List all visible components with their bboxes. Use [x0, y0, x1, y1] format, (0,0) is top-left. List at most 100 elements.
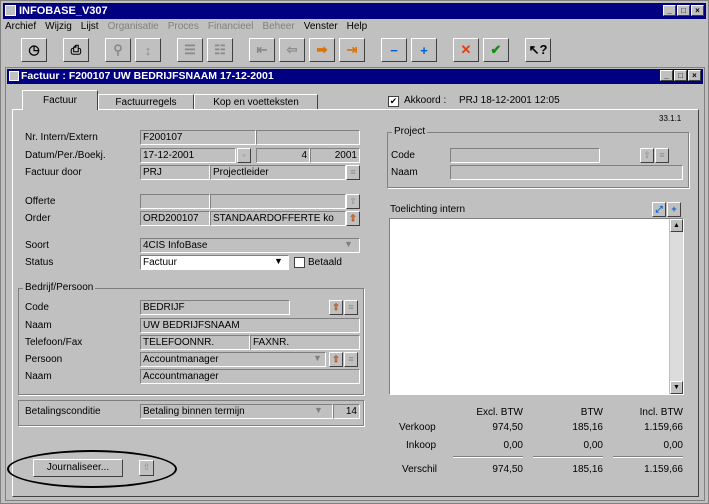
persoon-naam-field[interactable]: Accountmanager — [140, 369, 360, 384]
verkoop-label: Verkoop — [399, 422, 436, 433]
help-icon[interactable]: ↖? — [525, 38, 551, 62]
invoice-title: Factuur : F200107 UW BEDRIJFSNAAM 17-12-… — [21, 70, 274, 82]
project-naam-field[interactable] — [450, 165, 683, 180]
betaald-checkbox[interactable] — [294, 257, 305, 268]
prev-icon[interactable]: ⇦ — [279, 38, 305, 62]
persoon-list-icon[interactable]: ≡ — [344, 352, 358, 367]
bedrijf-list-icon[interactable]: ≡ — [344, 300, 358, 315]
tab-factuur[interactable]: Factuur — [22, 90, 98, 110]
menu-organisatie[interactable]: Organisatie — [108, 20, 159, 34]
version-label: 33.1.1 — [659, 114, 682, 123]
toelichting-textarea[interactable]: ▲ ▼ — [389, 218, 684, 395]
minimize-button[interactable]: _ — [663, 5, 676, 16]
app-system-icon[interactable] — [5, 5, 16, 16]
totals-divider-btw — [533, 456, 603, 458]
scroll-down-icon[interactable]: ▼ — [670, 381, 683, 394]
menu-lijst[interactable]: Lijst — [81, 20, 99, 34]
maximize-button[interactable]: □ — [677, 5, 690, 16]
soort-select[interactable]: 4CIS InfoBase — [140, 238, 360, 253]
telefoon-field[interactable]: TELEFOONNR. — [140, 335, 250, 350]
scroll-up-icon[interactable]: ▲ — [670, 219, 683, 232]
invoice-close-button[interactable]: × — [688, 70, 701, 81]
persoon-select[interactable]: Accountmanager — [140, 352, 326, 367]
menu-proces[interactable]: Proces — [168, 20, 199, 34]
sort-icon[interactable]: ↕ — [135, 38, 161, 62]
datum-field[interactable]: 17-12-2001 — [140, 148, 236, 163]
first-icon[interactable]: ⇤ — [249, 38, 275, 62]
order-field[interactable]: ORD200107 — [140, 211, 210, 226]
tab-bar: Factuur Factuurregels Kop en voetteksten — [22, 90, 318, 110]
highlight-ellipse — [7, 450, 177, 488]
verkoop-excl: 974,50 — [492, 422, 523, 433]
app-titlebar: INFOBASE_V307 _ □ × — [3, 3, 706, 19]
offerte-desc-field[interactable] — [210, 194, 346, 209]
totals-header-incl: Incl. BTW — [639, 407, 683, 418]
project-code-field[interactable] — [450, 148, 600, 163]
find-icon[interactable]: ⚲ — [105, 38, 131, 62]
menu-beheer[interactable]: Beheer — [262, 20, 294, 34]
nr-extern-field[interactable] — [256, 130, 360, 145]
clock-icon[interactable]: ◷ — [21, 38, 47, 62]
status-select[interactable]: Factuur — [140, 255, 289, 270]
menu-financieel[interactable]: Financieel — [208, 20, 254, 34]
periode-field[interactable]: 4 — [256, 148, 310, 163]
invoice-minimize-button[interactable]: _ — [660, 70, 673, 81]
order-lookup-icon[interactable]: ⇧ — [346, 211, 360, 226]
order-desc-field[interactable]: STANDAARDOFFERTE ko — [210, 211, 346, 226]
invoice-window: Factuur : F200107 UW BEDRIJFSNAAM 17-12-… — [5, 67, 705, 501]
factuur-door-label: Factuur door — [25, 167, 82, 178]
last-icon[interactable]: ⇥ — [339, 38, 365, 62]
bedrijf-lookup-icon[interactable]: ⇧ — [329, 300, 343, 315]
offerte-field[interactable] — [140, 194, 210, 209]
tab-factuurregels[interactable]: Factuurregels — [98, 94, 194, 110]
offerte-label: Offerte — [25, 196, 56, 207]
totals-header-btw: BTW — [580, 407, 603, 418]
menu-help[interactable]: Help — [347, 20, 368, 34]
print-icon[interactable]: ⎙ — [63, 38, 89, 62]
menu-archief[interactable]: Archief — [5, 20, 36, 34]
soort-chevron-down-icon[interactable]: ▼ — [344, 239, 353, 249]
project-lookup-icon[interactable]: ⇧ — [640, 148, 654, 163]
factuur-door-naam-field[interactable]: Projectleider — [210, 165, 346, 180]
bedrijf-naam-field[interactable]: UW BEDRIJFSNAAM — [140, 318, 360, 333]
toelichting-label: Toelichting intern — [390, 204, 466, 215]
close-button[interactable]: × — [691, 5, 704, 16]
betaald-label: Betaald — [308, 257, 342, 268]
status-chevron-down-icon[interactable]: ▼ — [274, 256, 283, 266]
cancel-icon[interactable]: ✕ — [453, 38, 479, 62]
expand-icon[interactable]: ⤢ — [652, 202, 666, 217]
grid-icon[interactable]: ☷ — [207, 38, 233, 62]
minus-icon[interactable]: − — [381, 38, 407, 62]
invoice-system-icon[interactable] — [9, 71, 19, 81]
confirm-icon[interactable]: ✔ — [483, 38, 509, 62]
plus-icon[interactable]: + — [411, 38, 437, 62]
bedrijf-code-field[interactable]: BEDRIJF — [140, 300, 290, 315]
invoice-maximize-button[interactable]: □ — [674, 70, 687, 81]
list-icon[interactable]: ≡ — [346, 165, 360, 180]
persoon-lookup-icon[interactable]: ⇧ — [329, 352, 343, 367]
fax-field[interactable]: FAXNR. — [250, 335, 360, 350]
factuur-door-code-field[interactable]: PRJ — [140, 165, 210, 180]
toelichting-scrollbar[interactable]: ▲ ▼ — [669, 219, 683, 394]
verschil-btw: 185,16 — [572, 464, 603, 475]
boekjaar-field[interactable]: 2001 — [310, 148, 360, 163]
toolbar: ◷ ⎙ ⚲ ↕ ☰ ☷ ⇤ ⇦ ➡ ⇥ − + ✕ ✔ ↖? — [21, 38, 551, 64]
betaling-days-field[interactable]: 14 — [333, 404, 360, 419]
menu-venster[interactable]: Venster — [304, 20, 338, 34]
betaling-chevron-down-icon[interactable]: ▼ — [314, 405, 323, 415]
persoon-chevron-down-icon[interactable]: ▼ — [313, 353, 322, 363]
project-naam-label: Naam — [391, 167, 418, 178]
next-icon[interactable]: ➡ — [309, 38, 335, 62]
list-icon[interactable]: ☰ — [177, 38, 203, 62]
menu-wijzig[interactable]: Wijzig — [45, 20, 72, 34]
verkoop-btw: 185,16 — [572, 422, 603, 433]
akkoord-checkbox[interactable]: ✔ — [388, 96, 399, 107]
calendar-icon[interactable]: ▫ — [237, 148, 251, 163]
add-icon[interactable]: + — [667, 202, 681, 217]
tab-kop-en-voetteksten[interactable]: Kop en voetteksten — [194, 94, 318, 110]
betalingsconditie-select[interactable]: Betaling binnen termijn — [140, 404, 333, 419]
project-list-icon[interactable]: ≡ — [655, 148, 669, 163]
offerte-lookup-icon[interactable]: ⇧ — [346, 194, 360, 209]
inkoop-incl: 0,00 — [663, 440, 683, 451]
nr-intern-field[interactable]: F200107 — [140, 130, 256, 145]
